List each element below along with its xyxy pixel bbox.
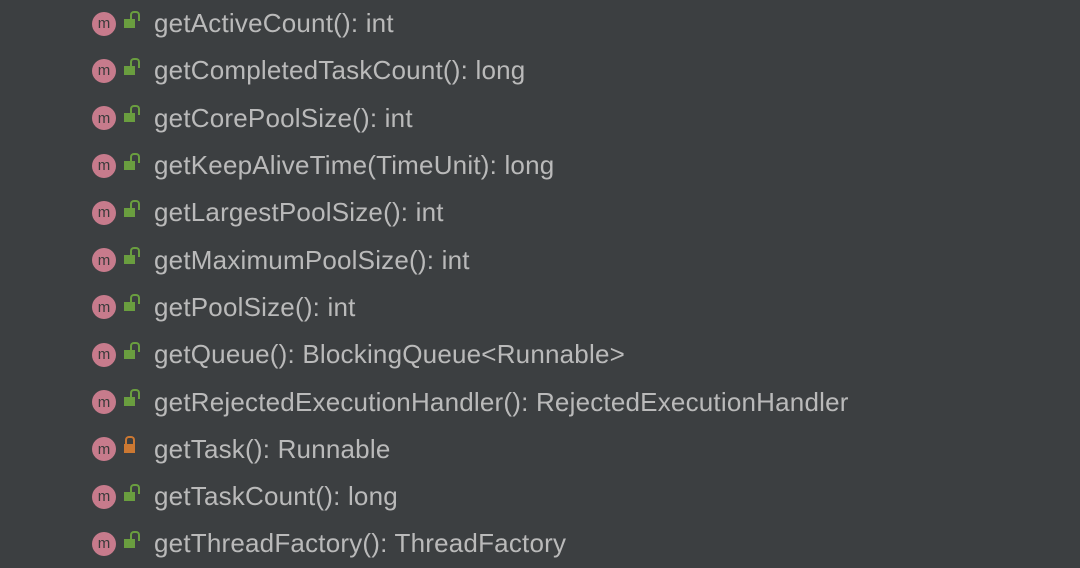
method-item[interactable]: m getMaximumPoolSize(): int — [92, 236, 1080, 283]
method-item[interactable]: m getRejectedExecutionHandler(): Rejected… — [92, 378, 1080, 425]
method-item[interactable]: m getActiveCount(): int — [92, 0, 1080, 47]
method-item[interactable]: m getKeepAliveTime(TimeUnit): long — [92, 142, 1080, 189]
method-item[interactable]: m getTaskCount(): long — [92, 473, 1080, 520]
method-type-icon: m — [92, 201, 116, 225]
method-type-icon: m — [92, 485, 116, 509]
method-type-icon: m — [92, 532, 116, 556]
lock-open-icon — [124, 297, 140, 317]
lock-open-icon — [124, 14, 140, 34]
method-signature: getTask(): Runnable — [154, 434, 390, 465]
method-type-icon: m — [92, 248, 116, 272]
method-signature: getPoolSize(): int — [154, 292, 356, 323]
method-item[interactable]: m getCorePoolSize(): int — [92, 95, 1080, 142]
method-list: m getActiveCount(): int m getCompletedTaskC… — [0, 0, 1080, 568]
method-signature: getThreadFactory(): ThreadFactory — [154, 528, 566, 559]
method-item[interactable]: m getThreadFactory(): ThreadFactory — [92, 520, 1080, 567]
lock-closed-icon — [124, 439, 140, 459]
lock-open-icon — [124, 392, 140, 412]
method-item[interactable]: m getLargestPoolSize(): int — [92, 189, 1080, 236]
lock-open-icon — [124, 345, 140, 365]
lock-open-icon — [124, 156, 140, 176]
method-signature: getRejectedExecutionHandler(): RejectedE… — [154, 387, 849, 418]
method-item[interactable]: m getTask(): Runnable — [92, 426, 1080, 473]
method-signature: getQueue(): BlockingQueue<Runnable> — [154, 339, 625, 370]
method-signature: getCorePoolSize(): int — [154, 103, 413, 134]
lock-open-icon — [124, 203, 140, 223]
method-item[interactable]: m getQueue(): BlockingQueue<Runnable> — [92, 331, 1080, 378]
method-item[interactable]: m getCompletedTaskCount(): long — [92, 47, 1080, 94]
method-type-icon: m — [92, 106, 116, 130]
method-type-icon: m — [92, 437, 116, 461]
method-type-icon: m — [92, 12, 116, 36]
method-signature: getTaskCount(): long — [154, 481, 398, 512]
lock-open-icon — [124, 487, 140, 507]
method-signature: getActiveCount(): int — [154, 8, 394, 39]
method-type-icon: m — [92, 154, 116, 178]
lock-open-icon — [124, 250, 140, 270]
method-type-icon: m — [92, 59, 116, 83]
method-type-icon: m — [92, 295, 116, 319]
method-type-icon: m — [92, 390, 116, 414]
method-signature: getCompletedTaskCount(): long — [154, 55, 525, 86]
method-item[interactable]: m getPoolSize(): int — [92, 284, 1080, 331]
method-signature: getMaximumPoolSize(): int — [154, 245, 470, 276]
lock-open-icon — [124, 534, 140, 554]
method-signature: getLargestPoolSize(): int — [154, 197, 444, 228]
lock-open-icon — [124, 108, 140, 128]
method-signature: getKeepAliveTime(TimeUnit): long — [154, 150, 554, 181]
lock-open-icon — [124, 61, 140, 81]
method-type-icon: m — [92, 343, 116, 367]
